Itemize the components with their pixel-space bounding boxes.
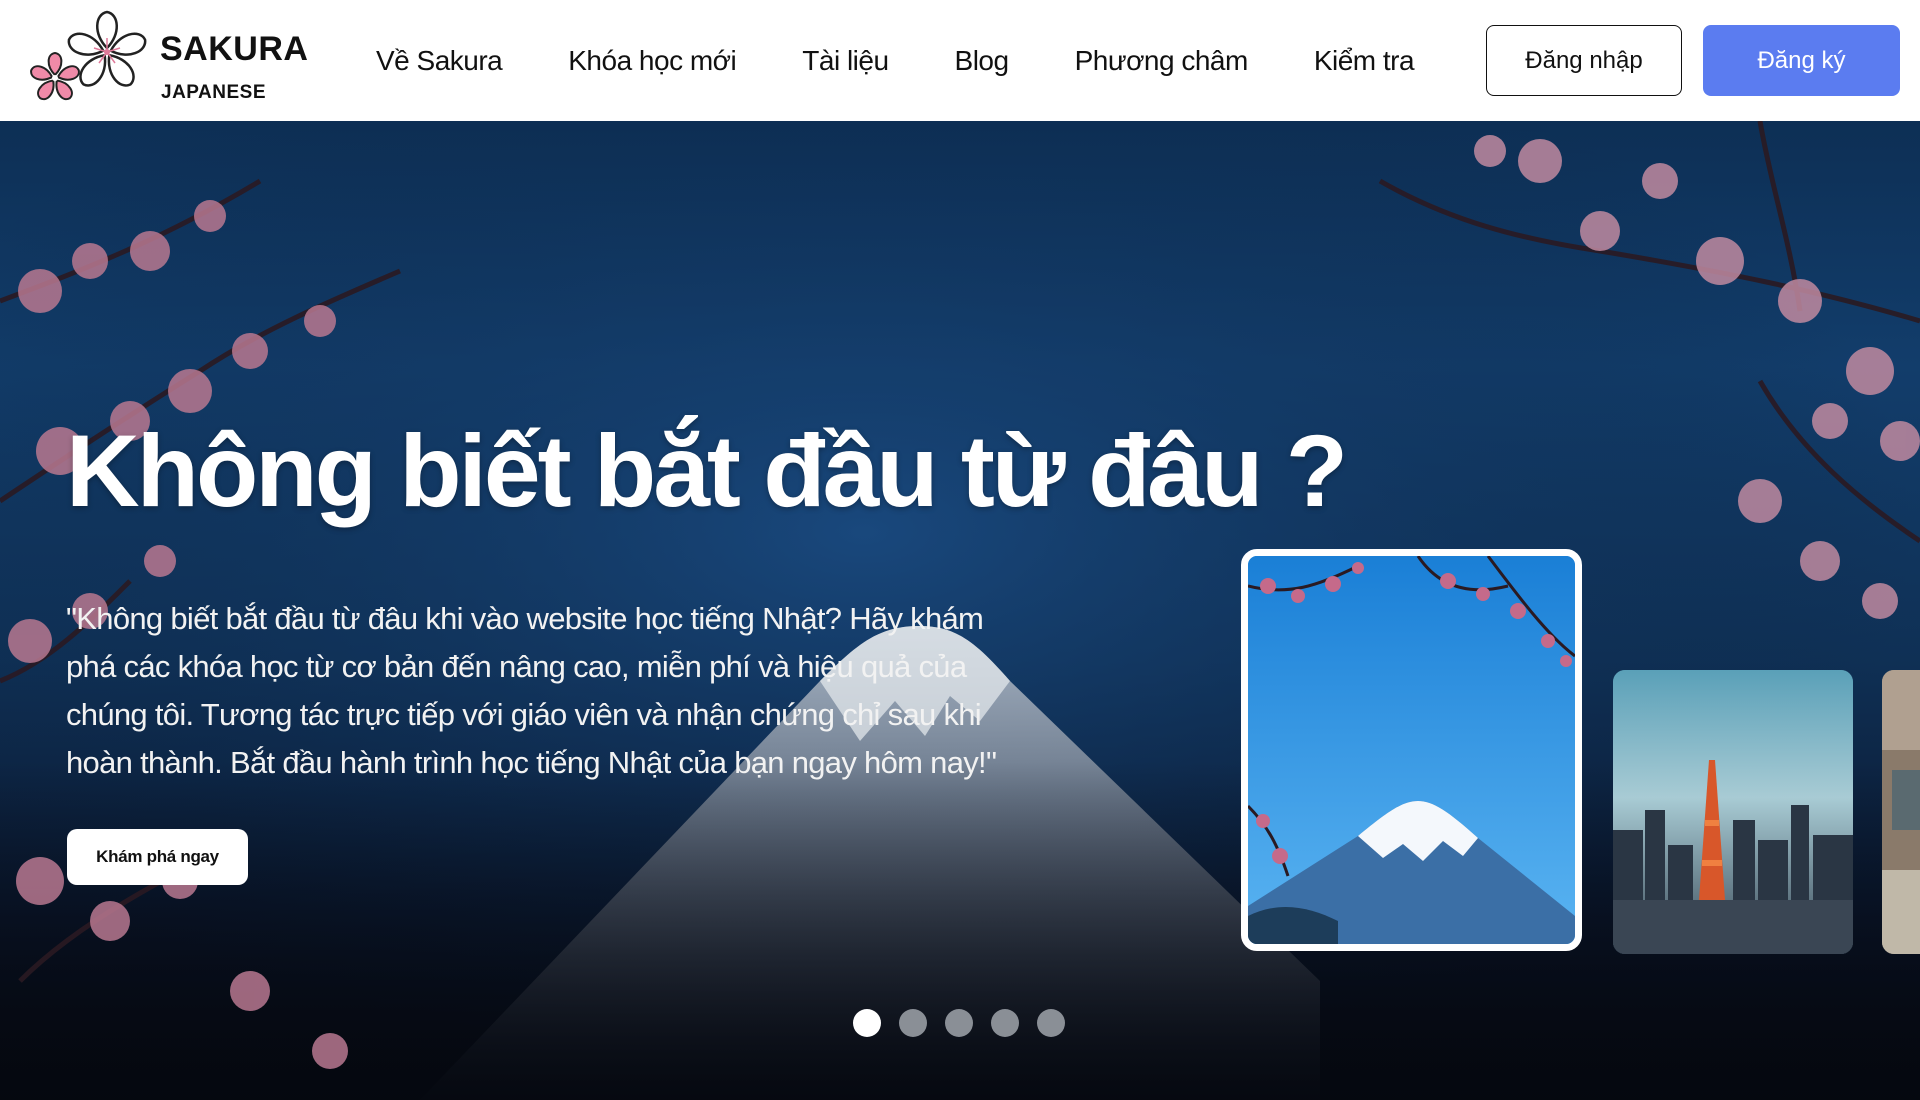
login-button[interactable]: Đăng nhập [1486,25,1682,96]
sakura-flower-icon [30,10,147,101]
pagination-dot-3[interactable] [945,1009,973,1037]
street-image [1882,670,1920,954]
logo[interactable]: SAKURA JAPANESE [30,6,308,110]
register-button[interactable]: Đăng ký [1703,25,1900,96]
slide-card-street[interactable] [1882,670,1920,954]
logo-subtitle: JAPANESE [161,82,267,103]
nav-item-new-courses[interactable]: Khóa học mới [568,38,737,84]
pagination-dot-4[interactable] [991,1009,1019,1037]
nav-item-test[interactable]: Kiểm tra [1314,38,1415,84]
logo-title: SAKURA [160,30,309,68]
main-nav: Về Sakura Khóa học mới Tài liệu Blog Phư… [376,38,1415,84]
pagination-dot-5[interactable] [1037,1009,1065,1037]
slide-card-tokyo[interactable] [1613,670,1853,954]
hero-title: Không biết bắt đầu từ đâu ? [66,414,1348,528]
slide-card-active[interactable] [1241,549,1582,951]
explore-now-button[interactable]: Khám phá ngay [67,829,248,885]
pagination-dot-1[interactable] [853,1009,881,1037]
hero-description: "Không biết bắt đầu từ đâu khi vào websi… [66,601,997,780]
slider-pagination [853,1009,1083,1038]
nav-item-motto[interactable]: Phương châm [1075,38,1249,84]
pagination-dot-2[interactable] [899,1009,927,1037]
nav-item-about[interactable]: Về Sakura [376,38,503,84]
site-header: SAKURA JAPANESE Về Sakura Khóa học mới T… [0,0,1920,121]
nav-item-blog[interactable]: Blog [955,38,1010,84]
hero-section: Không biết bắt đầu từ đâu ? "Không biết … [0,121,1920,1100]
tokyo-tower-image [1613,670,1853,954]
mount-fuji-image [1248,556,1575,944]
nav-item-documents[interactable]: Tài liệu [802,38,889,84]
